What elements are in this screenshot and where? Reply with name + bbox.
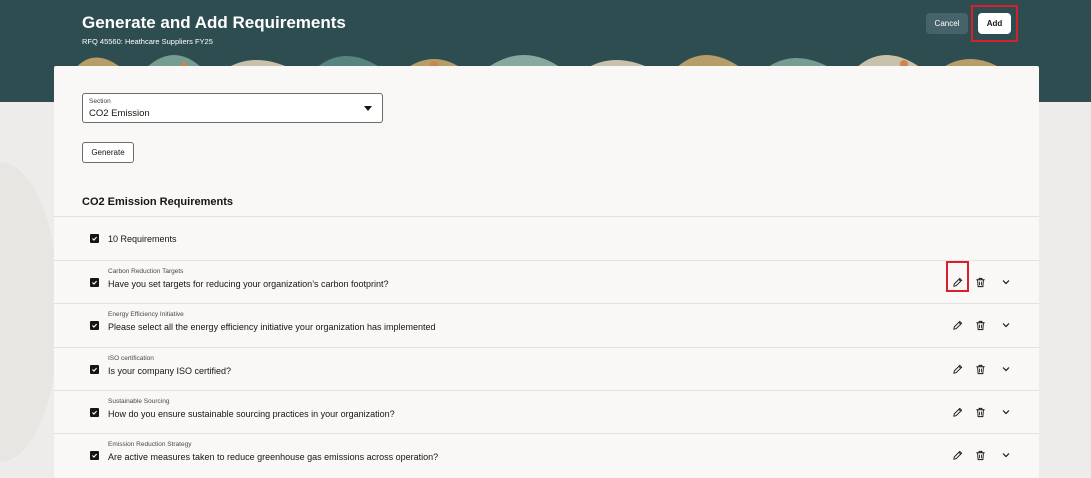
requirement-checkbox[interactable]	[90, 451, 99, 460]
section-select[interactable]: Section CO2 Emission	[82, 93, 383, 123]
pencil-icon[interactable]	[950, 275, 964, 289]
chevron-down-icon[interactable]	[999, 448, 1013, 462]
requirement-checkbox[interactable]	[90, 278, 99, 287]
requirement-row: Energy Efficiency Initiative Please sele…	[54, 304, 1039, 347]
section-select-value: CO2 Emission	[89, 108, 150, 119]
requirement-checkbox[interactable]	[90, 365, 99, 374]
trash-icon[interactable]	[973, 318, 987, 332]
select-all-checkbox[interactable]	[90, 234, 99, 243]
requirement-category: Sustainable Sourcing	[108, 398, 170, 405]
trash-icon[interactable]	[973, 275, 987, 289]
generate-button[interactable]: Generate	[82, 142, 134, 163]
pencil-icon[interactable]	[950, 362, 964, 376]
requirement-checkbox[interactable]	[90, 408, 99, 417]
requirements-count: 10 Requirements	[108, 234, 177, 244]
requirement-question: Are active measures taken to reduce gree…	[108, 452, 439, 462]
pencil-icon[interactable]	[950, 405, 964, 419]
requirement-row: Carbon Reduction Targets Have you set ta…	[54, 261, 1039, 304]
cancel-button[interactable]: Cancel	[926, 13, 968, 34]
requirement-category: Emission Reduction Strategy	[108, 441, 192, 448]
requirement-category: ISO certification	[108, 355, 154, 362]
chevron-down-icon[interactable]	[999, 275, 1013, 289]
page-subtitle: RFQ 45560: Heathcare Suppliers FY25	[82, 37, 213, 46]
divider	[54, 216, 1039, 217]
caret-down-icon	[364, 106, 372, 111]
requirement-category: Carbon Reduction Targets	[108, 268, 184, 275]
requirement-category: Energy Efficiency Initiative	[108, 311, 184, 318]
requirement-row: Sustainable Sourcing How do you ensure s…	[54, 391, 1039, 434]
main-panel: Section CO2 Emission Generate CO2 Emissi…	[54, 66, 1039, 478]
requirement-row: ISO certification Is your company ISO ce…	[54, 348, 1039, 391]
requirement-checkbox[interactable]	[90, 321, 99, 330]
requirement-question: How do you ensure sustainable sourcing p…	[108, 409, 395, 419]
requirement-question: Is your company ISO certified?	[108, 366, 232, 376]
requirements-heading: CO2 Emission Requirements	[82, 196, 233, 208]
chevron-down-icon[interactable]	[999, 405, 1013, 419]
chevron-down-icon[interactable]	[999, 362, 1013, 376]
page-title: Generate and Add Requirements	[82, 13, 346, 32]
requirement-question: Have you set targets for reducing your o…	[108, 279, 389, 289]
requirement-row: Emission Reduction Strategy Are active m…	[54, 434, 1039, 477]
trash-icon[interactable]	[973, 405, 987, 419]
chevron-down-icon[interactable]	[999, 318, 1013, 332]
pencil-icon[interactable]	[950, 448, 964, 462]
trash-icon[interactable]	[973, 448, 987, 462]
section-select-label: Section	[89, 98, 111, 105]
add-button[interactable]: Add	[978, 13, 1011, 34]
trash-icon[interactable]	[973, 362, 987, 376]
pencil-icon[interactable]	[950, 318, 964, 332]
requirement-question: Please select all the energy efficiency …	[108, 322, 436, 332]
